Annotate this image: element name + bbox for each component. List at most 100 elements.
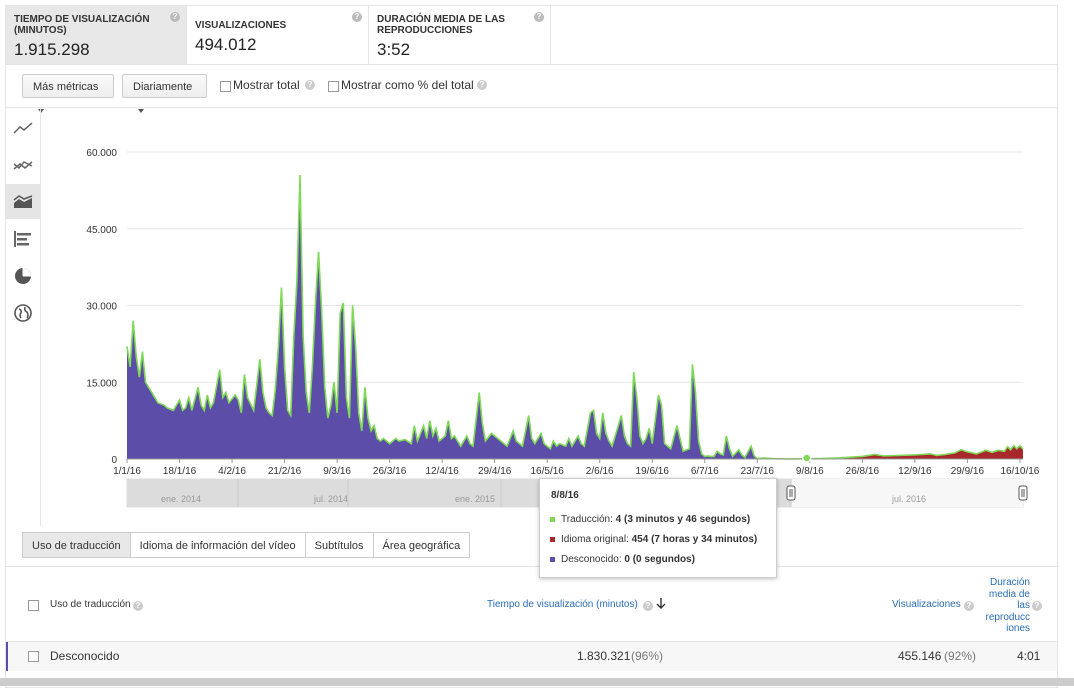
help-icon[interactable]: ?: [534, 12, 544, 22]
metric-label: VISUALIZACIONES: [195, 20, 287, 31]
row-views: 455.146: [898, 649, 942, 663]
overview-label: jul. 2014: [313, 494, 348, 504]
x-tick-label: 12/9/16: [898, 466, 932, 477]
chart-toolbar: Más métricas Diariamente Mostrar total ?…: [6, 64, 1057, 114]
bar-chart-button[interactable]: [6, 221, 40, 256]
avg-duration-header-line: reproducc: [985, 611, 1030, 623]
bar-chart-icon: [14, 230, 31, 247]
line-chart-button[interactable]: [6, 110, 40, 145]
show-percent-label: Mostrar como % del total: [341, 78, 474, 92]
table-header: Uso de traducción ? Tiempo de visualizac…: [6, 566, 1057, 642]
metric-avg-duration[interactable]: DURACIÓN MEDIA DE LAS REPRODUCCIONES 3:5…: [369, 6, 551, 64]
tooltip-series: Idioma original: [561, 534, 627, 545]
help-icon[interactable]: ?: [1032, 601, 1042, 611]
tab-translation-use[interactable]: Uso de traducción: [22, 532, 131, 558]
legend-swatch: [550, 516, 555, 522]
pie-chart-button[interactable]: [6, 258, 40, 293]
x-tick-label: 9/3/16: [323, 466, 351, 477]
metric-views[interactable]: VISUALIZACIONES 494.012 ?: [187, 6, 369, 64]
tooltip-date: 8/8/16: [551, 490, 579, 501]
map-button[interactable]: [6, 295, 40, 330]
help-icon[interactable]: ?: [964, 601, 974, 611]
table-row[interactable]: Desconocido 1.830.321 (96%) 455.146 (92%…: [6, 641, 1057, 671]
help-icon[interactable]: ?: [477, 80, 487, 90]
x-tick-label: 23/7/16: [741, 466, 775, 477]
tooltip-line-unknown: Desconocido: 0 (0 segundos): [550, 554, 695, 565]
help-icon[interactable]: ?: [170, 12, 180, 22]
row-watch-time: 1.830.321: [577, 649, 631, 663]
tab-video-info-language[interactable]: Idioma de información del vídeo: [130, 532, 306, 558]
x-tick-label: 2/6/16: [586, 466, 614, 477]
tooltip-series: Traducción: [561, 514, 611, 525]
show-total-label: Mostrar total: [233, 78, 300, 92]
tooltip-line-translation: Traducción: 4 (3 minutos y 46 segundos): [550, 514, 750, 525]
avg-duration-header-line: iones: [1006, 623, 1030, 634]
x-tick-label: 19/6/16: [636, 466, 670, 477]
overview-label: ene. 2014: [161, 494, 201, 504]
x-tick-label: 26/3/16: [373, 466, 407, 477]
watch-time-header[interactable]: Tiempo de visualización (minutos): [487, 599, 638, 610]
multi-line-chart-button[interactable]: [6, 147, 40, 182]
avg-duration-header[interactable]: Duración media de las reproducc iones: [978, 577, 1030, 635]
more-metrics-button[interactable]: Más métricas: [22, 74, 114, 114]
x-tick-label: 12/4/16: [425, 466, 459, 477]
dimension-header[interactable]: Uso de traducción: [50, 599, 131, 610]
row-avg-duration: 4:01: [1017, 649, 1041, 663]
row-watch-pct: (96%): [631, 649, 664, 663]
stacked-area-chart-icon: [13, 194, 33, 208]
x-tick-label: 16/10/16: [1000, 466, 1039, 477]
overview-label: jul. 2016: [891, 494, 926, 504]
stacked-area-chart[interactable]: 60.000 45.000 30.000 15.000 01/1/16 18/1/16 4/…: [41, 108, 1057, 526]
granularity-dropdown[interactable]: Diariamente: [122, 74, 207, 114]
row-checkbox[interactable]: [28, 651, 39, 662]
metric-label: TIEMPO DE VISUALIZACIÓN (MINUTOS): [14, 14, 150, 36]
row-dimension[interactable]: Desconocido: [50, 649, 119, 663]
show-total-checkbox[interactable]: [220, 81, 231, 92]
series-color-marker: [6, 642, 8, 671]
avg-duration-header-line: media de: [988, 588, 1030, 600]
metric-watch-time[interactable]: TIEMPO DE VISUALIZACIÓN (MINUTOS) 1.915.…: [6, 6, 187, 64]
y-tick-label: 0: [111, 455, 117, 466]
avg-duration-header-line: Duración: [989, 577, 1030, 588]
help-icon[interactable]: ?: [133, 601, 143, 611]
help-icon[interactable]: ?: [352, 12, 362, 22]
legend-swatch: [550, 536, 555, 542]
legend-swatch: [550, 556, 555, 562]
chart-tooltip: 8/8/16 Traducción: 4 (3 minutos y 46 seg…: [539, 478, 777, 578]
tooltip-value: 0 (0 segundos): [624, 554, 695, 565]
x-tick-label: 9/8/16: [796, 466, 824, 477]
sort-down-arrow-icon[interactable]: [656, 598, 666, 610]
x-tick-label: 29/4/16: [478, 466, 512, 477]
x-tick-label: 26/8/16: [846, 466, 880, 477]
taskbar-strip: [0, 678, 1074, 686]
tab-subtitles[interactable]: Subtítulos: [305, 532, 374, 558]
stacked-area-chart-button[interactable]: [6, 184, 40, 219]
granularity-label: Diariamente: [133, 81, 193, 93]
x-tick-label: 18/1/16: [163, 466, 197, 477]
range-handle[interactable]: [1018, 485, 1028, 501]
range-handle[interactable]: [786, 485, 796, 501]
row-views-pct: (92%): [944, 649, 977, 663]
tooltip-value: 4 (3 minutos y 46 segundos): [615, 514, 751, 525]
x-tick-label: 29/9/16: [951, 466, 985, 477]
more-metrics-label: Más métricas: [33, 81, 99, 93]
x-tick-label: 6/7/16: [691, 466, 719, 477]
help-icon[interactable]: ?: [643, 601, 653, 611]
select-all-checkbox[interactable]: [28, 600, 39, 611]
series-area-unknown: [127, 175, 1023, 459]
overview-label: ene. 2015: [455, 494, 495, 504]
help-icon[interactable]: ?: [305, 80, 315, 90]
show-percent-checkbox[interactable]: [328, 81, 339, 92]
x-tick-label: 1/1/16: [113, 466, 141, 477]
y-tick-label: 45.000: [86, 225, 117, 236]
pie-chart-icon: [15, 267, 31, 284]
x-tick-label: 16/5/16: [531, 466, 565, 477]
multi-line-chart-icon: [13, 160, 33, 170]
avg-duration-header-line: las: [1017, 600, 1030, 611]
tab-geography[interactable]: Área geográfica: [373, 532, 471, 558]
views-header[interactable]: Visualizaciones: [892, 599, 961, 610]
tooltip-line-original: Idioma original: 454 (7 horas y 34 minut…: [550, 534, 757, 545]
hover-point: [801, 453, 812, 463]
chart-area[interactable]: 60.000 45.000 30.000 15.000 0 1/1/16 18/1/16 4/…: [41, 108, 1057, 526]
x-tick-label: 4/2/16: [218, 466, 246, 477]
